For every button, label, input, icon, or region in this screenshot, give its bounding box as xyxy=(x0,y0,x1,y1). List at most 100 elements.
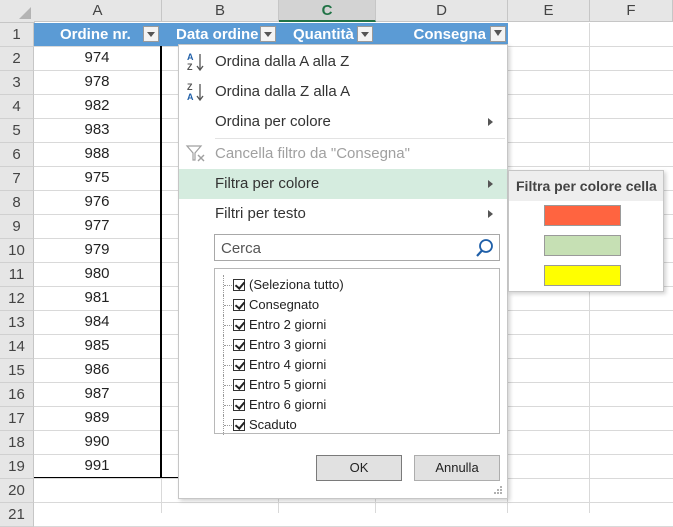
row-header[interactable]: 17 xyxy=(0,407,34,431)
search-input[interactable] xyxy=(219,238,473,259)
row-header[interactable]: 20 xyxy=(0,479,34,503)
sort-ascending-icon: A Z xyxy=(187,52,204,72)
select-all-corner[interactable] xyxy=(0,0,35,23)
order-number-cell[interactable]: 979 xyxy=(34,238,161,262)
row-header[interactable]: 15 xyxy=(0,359,34,383)
row-header[interactable]: 14 xyxy=(0,335,34,359)
filter-item-label: Entro 6 giorni xyxy=(249,397,327,412)
row-header[interactable]: 4 xyxy=(0,95,34,119)
order-number-cell[interactable]: 981 xyxy=(34,286,161,310)
checkbox-checked-icon[interactable] xyxy=(233,299,245,311)
sort-descending-icon: Z A xyxy=(187,82,204,102)
order-number-cell[interactable]: 980 xyxy=(34,262,161,286)
column-header-e[interactable]: E xyxy=(508,0,590,22)
row-header[interactable]: 2 xyxy=(0,47,34,71)
column-header-a[interactable]: A xyxy=(34,0,162,22)
sort-by-color-label: Ordina per colore xyxy=(215,113,331,130)
sort-z-to-a-label: Ordina dalla Z alla A xyxy=(215,83,351,100)
row-header[interactable]: 5 xyxy=(0,119,34,143)
submenu-arrow-icon xyxy=(488,118,493,126)
row-header[interactable]: 3 xyxy=(0,71,34,95)
order-number-cell[interactable]: 990 xyxy=(34,430,161,454)
color-swatch-yellow[interactable] xyxy=(544,265,621,286)
table-header-delivery: Consegna xyxy=(376,23,508,46)
row-header[interactable]: 7 xyxy=(0,167,34,191)
checkbox-checked-icon[interactable] xyxy=(233,339,245,351)
filter-value-list: (Seleziona tutto) Consegnato Entro 2 giorn… xyxy=(214,268,500,435)
row-header[interactable]: 21 xyxy=(0,503,34,527)
order-number-cell[interactable]: 986 xyxy=(34,358,161,382)
order-number-cell[interactable]: 982 xyxy=(34,94,161,118)
filter-item-label: Consegnato xyxy=(249,297,320,312)
order-number-cell[interactable]: 989 xyxy=(34,406,161,430)
submenu-arrow-icon xyxy=(488,210,493,218)
row-header[interactable]: 13 xyxy=(0,311,34,335)
checkbox-checked-icon[interactable] xyxy=(233,379,245,391)
clear-filter-item: Cancella filtro da "Consegna" xyxy=(179,139,507,169)
filter-by-color-label: Filtra per colore xyxy=(215,175,320,192)
search-icon[interactable] xyxy=(475,238,495,258)
sort-by-color-item[interactable]: Ordina per colore xyxy=(179,107,507,137)
sort-z-to-a-item[interactable]: Z A Ordina dalla Z alla A xyxy=(179,77,507,107)
svg-text:A: A xyxy=(187,52,194,62)
order-number-cell[interactable]: 974 xyxy=(34,46,161,70)
order-number-cell[interactable]: 987 xyxy=(34,382,161,406)
order-number-cell[interactable]: 991 xyxy=(34,454,161,478)
filter-dropdown-button-b[interactable] xyxy=(260,26,276,42)
sort-a-to-z-item[interactable]: A Z Ordina dalla A alla Z xyxy=(179,47,507,77)
ok-button[interactable]: OK xyxy=(316,455,402,481)
order-number-cell[interactable]: 983 xyxy=(34,118,161,142)
order-number-cell[interactable]: 984 xyxy=(34,310,161,334)
order-number-cell[interactable]: 975 xyxy=(34,166,161,190)
checkbox-checked-icon[interactable] xyxy=(233,319,245,331)
filter-item-label: Entro 2 giorni xyxy=(249,317,327,332)
clear-filter-label: Cancella filtro da "Consegna" xyxy=(215,145,410,162)
checkbox-checked-icon[interactable] xyxy=(233,359,245,371)
filter-item-label: Entro 3 giorni xyxy=(249,337,327,352)
checkbox-checked-icon[interactable] xyxy=(233,419,245,431)
row-header[interactable]: 12 xyxy=(0,287,34,311)
svg-text:Z: Z xyxy=(187,62,193,72)
column-header-f[interactable]: F xyxy=(590,0,673,22)
filter-by-color-item[interactable]: Filtra per colore xyxy=(179,169,507,199)
checkbox-checked-icon[interactable] xyxy=(233,399,245,411)
filter-item-label: Scaduto xyxy=(249,417,297,432)
color-swatch-green[interactable] xyxy=(544,235,621,256)
filter-dropdown-button-c[interactable] xyxy=(357,26,373,42)
order-number-cell[interactable]: 978 xyxy=(34,70,161,94)
filter-item-label: (Seleziona tutto) xyxy=(249,277,344,292)
column-header-b[interactable]: B xyxy=(162,0,279,22)
sort-a-to-z-label: Ordina dalla A alla Z xyxy=(215,53,350,70)
cancel-button[interactable]: Annulla xyxy=(414,455,500,481)
row-header[interactable]: 6 xyxy=(0,143,34,167)
order-number-cell[interactable]: 977 xyxy=(34,214,161,238)
color-swatch-orange[interactable] xyxy=(544,205,621,226)
submenu-arrow-icon xyxy=(488,180,493,188)
checkbox-checked-icon[interactable] xyxy=(233,279,245,291)
table-border xyxy=(161,46,162,478)
row-header[interactable]: 10 xyxy=(0,239,34,263)
column-header-d[interactable]: D xyxy=(376,0,508,22)
row-header[interactable]: 9 xyxy=(0,215,34,239)
svg-text:Z: Z xyxy=(187,82,193,92)
row-header[interactable]: 1 xyxy=(0,23,34,47)
column-header-c[interactable]: C xyxy=(279,0,376,22)
filter-dropdown-button-d[interactable] xyxy=(490,26,506,42)
svg-text:A: A xyxy=(187,92,194,102)
gridline xyxy=(34,502,673,503)
resize-grip-icon[interactable] xyxy=(493,485,503,495)
filter-dropdown-button-a[interactable] xyxy=(143,26,159,42)
row-header[interactable]: 19 xyxy=(0,455,34,479)
row-header[interactable]: 16 xyxy=(0,383,34,407)
order-number-cell[interactable]: 985 xyxy=(34,334,161,358)
clear-filter-icon xyxy=(185,145,205,162)
order-number-cell[interactable]: 976 xyxy=(34,190,161,214)
filter-item-label: Entro 5 giorni xyxy=(249,377,327,392)
row-header[interactable]: 18 xyxy=(0,431,34,455)
text-filters-label: Filtri per testo xyxy=(215,205,306,222)
row-header[interactable]: 8 xyxy=(0,191,34,215)
submenu-title: Filtra per colore cella xyxy=(509,171,663,201)
row-header[interactable]: 11 xyxy=(0,263,34,287)
text-filters-item[interactable]: Filtri per testo xyxy=(179,199,507,229)
order-number-cell[interactable]: 988 xyxy=(34,142,161,166)
